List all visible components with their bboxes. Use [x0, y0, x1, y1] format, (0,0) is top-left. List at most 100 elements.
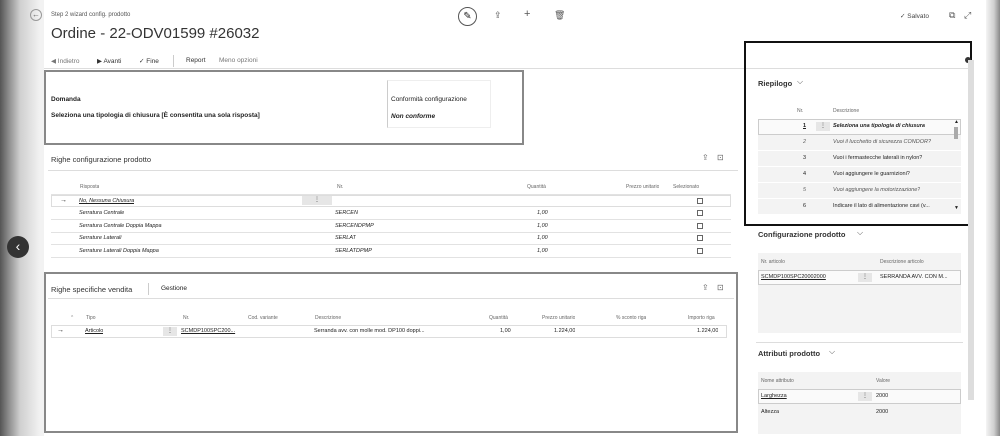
- scroll-up-icon[interactable]: ▲: [954, 119, 959, 125]
- finish-button[interactable]: ✓ Fine: [139, 57, 159, 65]
- scroll-down-icon[interactable]: ▼: [954, 205, 959, 211]
- product-config-panel: [758, 253, 961, 333]
- more-icon[interactable]: ⋮: [858, 273, 872, 282]
- table-row[interactable]: [51, 195, 731, 207]
- sort-icon[interactable]: ⌃: [70, 315, 74, 321]
- back-button[interactable]: ◀ Indietro: [51, 57, 80, 65]
- col-descrizione: Descrizione: [833, 108, 860, 114]
- col-tipo: Tipo: [86, 315, 96, 321]
- col-quantita: Quantità: [489, 315, 508, 321]
- domanda-value: Seleziona una tipologia di chiusura [È c…: [51, 112, 260, 119]
- less-options-button[interactable]: Meno opzioni: [219, 57, 258, 64]
- page-title: Ordine - 22-ODV01599 #26032: [51, 25, 260, 42]
- col-risposta: Risposta: [80, 184, 100, 190]
- domanda-label: Domanda: [51, 96, 81, 103]
- summary-title[interactable]: Riepilogo: [758, 79, 792, 88]
- col-nr: Nr.: [183, 315, 190, 321]
- risposta-cell: Serratura Centrale: [79, 210, 125, 216]
- chevron-down-icon[interactable]: ⌵: [857, 228, 863, 238]
- more-icon[interactable]: ⋮: [163, 327, 177, 336]
- col-nr: Nr.: [797, 108, 804, 114]
- saved-status: ✓ Salvato: [900, 13, 929, 20]
- col-importo: Importo riga: [688, 315, 715, 321]
- nr-cell: SERLAT: [335, 235, 356, 241]
- risposta-cell: Serrature Laterali Doppia Mappa: [79, 248, 159, 254]
- attr-name[interactable]: Larghezza: [761, 393, 787, 399]
- attr-name: Altezza: [761, 409, 780, 415]
- attr-value: 2000: [876, 393, 889, 399]
- qty-cell[interactable]: 1,00: [500, 328, 511, 334]
- col-attr-name: Nome attributo: [761, 378, 794, 384]
- add-icon[interactable]: +: [524, 8, 530, 20]
- share-icon[interactable]: ⇪: [494, 10, 502, 21]
- delete-icon[interactable]: 🗑: [554, 10, 565, 21]
- more-icon[interactable]: ⋮: [302, 196, 332, 205]
- selected-checkbox[interactable]: [697, 248, 703, 254]
- chevron-left-icon[interactable]: ‹: [7, 236, 29, 258]
- qty-cell: 1,00: [537, 235, 548, 241]
- col-selezionato: Selezionato: [673, 184, 700, 190]
- conformity-panel: [387, 80, 491, 128]
- config-lines-title: Righe configurazione prodotto: [51, 155, 152, 164]
- page-scrollbar[interactable]: [968, 60, 974, 400]
- more-icon[interactable]: ⋮: [858, 392, 872, 401]
- selected-checkbox[interactable]: [697, 235, 703, 241]
- breadcrumb: Step 2 wizard config. prodotto: [51, 12, 131, 18]
- col-prezzo: Prezzo unitario: [542, 315, 576, 321]
- qty-cell: 1,00: [537, 223, 548, 229]
- back-arrow-icon[interactable]: ←: [30, 9, 42, 21]
- more-icon[interactable]: ⋮: [816, 122, 830, 131]
- col-item: Nr. articolo: [761, 259, 785, 265]
- row-arrow-icon: →: [60, 197, 67, 204]
- risposta-cell: Serrature Laterali: [79, 235, 122, 241]
- col-item-desc: Descrizione articolo: [880, 259, 924, 265]
- desc-cell[interactable]: Serranda avv. con molle mod. DP100 doppi…: [314, 328, 449, 334]
- next-button[interactable]: ▶ Avanti: [97, 57, 121, 65]
- selected-checkbox[interactable]: [697, 210, 703, 216]
- nr-cell: SERCENDPMP: [335, 223, 374, 229]
- fullscreen-icon[interactable]: ⊡: [717, 283, 724, 292]
- qty-cell: 1,00: [537, 210, 548, 216]
- report-button[interactable]: Report: [186, 57, 206, 64]
- attributes-title[interactable]: Attributi prodotto: [758, 349, 820, 358]
- sales-lines-box: [44, 272, 738, 433]
- sales-lines-title: Righe specifiche vendita: [51, 285, 133, 294]
- nr-cell: SERCEN: [335, 210, 358, 216]
- share-icon[interactable]: ⇪: [702, 283, 709, 292]
- conformity-label: Conformità configurazione: [391, 96, 467, 103]
- chevron-down-icon[interactable]: ⌵: [797, 77, 803, 87]
- item-description: SERRANDA AVV. CON M...: [880, 274, 948, 280]
- qty-cell: 1,00: [537, 248, 548, 254]
- expand-icon[interactable]: ⤢: [964, 10, 971, 21]
- conformity-value: Non conforme: [391, 113, 436, 120]
- product-config-title[interactable]: Configurazione prodotto: [758, 230, 845, 239]
- item-number[interactable]: SCMDP100SPC20002000: [761, 274, 826, 280]
- col-variante: Cod. variante: [248, 315, 278, 321]
- amount-cell: 1.224,00: [697, 328, 719, 334]
- col-prezzo: Prezzo unitario: [626, 184, 660, 190]
- risposta-cell[interactable]: No, Nessuna Chiusura: [79, 198, 134, 204]
- col-attr-value: Valore: [876, 378, 891, 384]
- selected-checkbox[interactable]: [697, 223, 703, 229]
- col-nr: Nr.: [337, 184, 344, 190]
- attr-value: 2000: [876, 409, 889, 415]
- tipo-cell[interactable]: Articolo: [85, 328, 103, 334]
- fullscreen-icon[interactable]: ⊡: [717, 153, 724, 162]
- nr-cell: SERLATDPMP: [335, 248, 372, 254]
- col-sconto: % sconto riga: [616, 315, 647, 321]
- tab-gestione[interactable]: Gestione: [161, 285, 187, 292]
- chevron-down-icon[interactable]: ⌵: [829, 347, 835, 357]
- open-new-icon[interactable]: ⧉: [949, 10, 955, 21]
- row-arrow-icon: →: [57, 327, 64, 334]
- col-descrizione: Descrizione: [315, 315, 342, 321]
- col-quantita: Quantità: [527, 184, 546, 190]
- edit-icon[interactable]: ✎: [458, 7, 477, 26]
- price-cell[interactable]: 1.224,00: [554, 328, 575, 334]
- nr-cell[interactable]: SCMDP100SPC200...: [181, 328, 243, 334]
- share-icon[interactable]: ⇪: [702, 153, 709, 162]
- risposta-cell: Serratura Centrale Doppia Mappa: [79, 223, 162, 229]
- selected-checkbox[interactable]: [697, 198, 703, 204]
- summary-scrollbar[interactable]: [954, 127, 958, 139]
- left-edge: [0, 0, 44, 436]
- right-edge: [986, 0, 1000, 436]
